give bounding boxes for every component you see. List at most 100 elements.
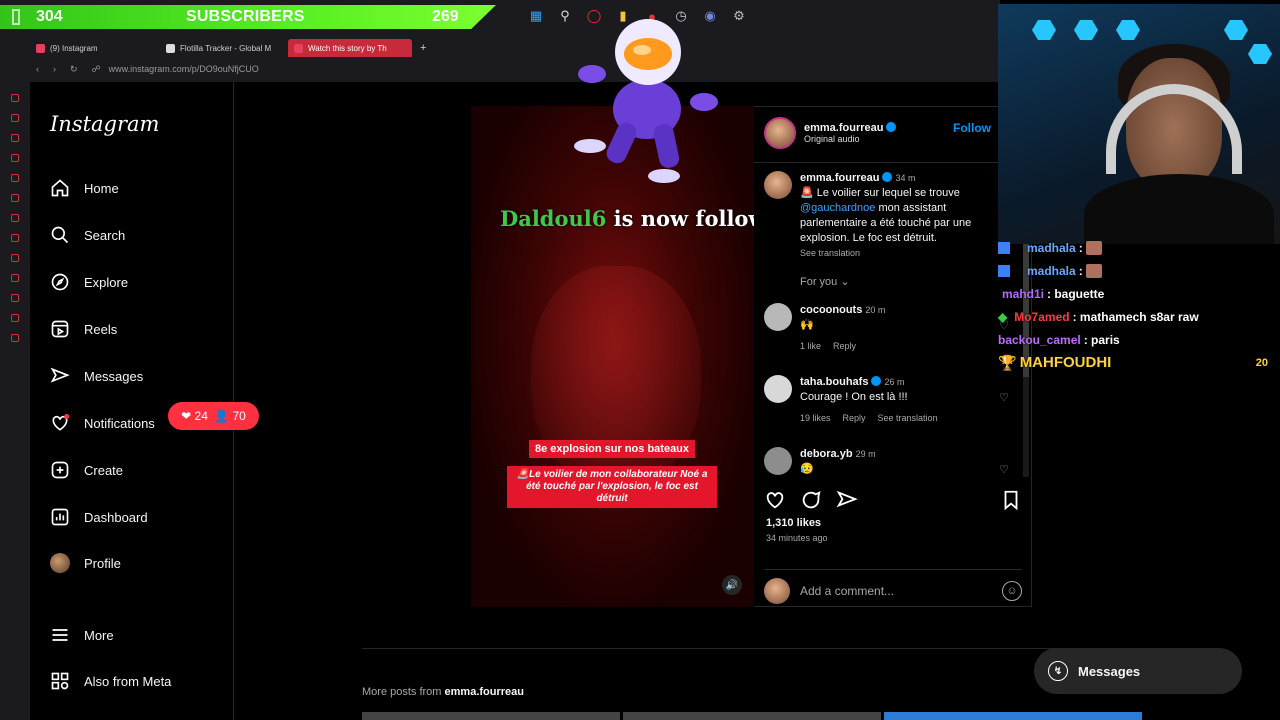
- steam-icon[interactable]: ⚙: [729, 6, 749, 26]
- see-translation-link[interactable]: See translation: [800, 246, 1014, 261]
- comment-user[interactable]: taha.bouhafs: [800, 376, 868, 388]
- forward-icon[interactable]: ›: [53, 64, 56, 74]
- like-icon[interactable]: [764, 489, 786, 511]
- comment-likes[interactable]: 1 like: [800, 339, 821, 354]
- post-thumbnail[interactable]: [362, 712, 620, 720]
- nav-profile[interactable]: Profile: [50, 553, 121, 573]
- verified-icon: [871, 376, 882, 386]
- tab-flotilla-tracker[interactable]: Flotilla Tracker - Global M: [160, 39, 284, 57]
- follow-button[interactable]: Follow: [953, 121, 991, 135]
- webcam-feed: [998, 4, 1280, 244]
- post-caption: emma.fourreau 34 m 🚨 Le voilier sur lequ…: [764, 171, 1014, 290]
- comment-user[interactable]: debora.yb: [800, 448, 853, 460]
- tab-story[interactable]: Watch this story by Th: [288, 39, 412, 57]
- nav-label: Also from Meta: [84, 673, 172, 689]
- heart-icon[interactable]: ♡: [999, 391, 1009, 404]
- audio-label[interactable]: Original audio: [804, 134, 896, 144]
- rail-icon[interactable]: [11, 234, 19, 242]
- messages-button[interactable]: ↯ Messages: [1034, 648, 1242, 694]
- add-comment-input[interactable]: Add a comment...: [800, 584, 992, 598]
- commenter-avatar[interactable]: [764, 447, 792, 475]
- nav-label: Home: [84, 180, 119, 196]
- emote-icon: [1085, 240, 1102, 255]
- nav-search[interactable]: Search: [50, 225, 125, 245]
- nav-label: Profile: [84, 555, 121, 571]
- rail-icon[interactable]: [11, 114, 19, 122]
- notification-popup[interactable]: ❤ 24 👤 70: [168, 402, 259, 430]
- speaker-icon[interactable]: 🔊: [722, 575, 742, 595]
- lock-icon: ☍: [91, 63, 101, 74]
- nav-notifications[interactable]: Notifications: [50, 413, 155, 433]
- post-thumbnail[interactable]: [884, 712, 1142, 720]
- commenter-avatar[interactable]: [764, 375, 792, 403]
- rail-icon[interactable]: [11, 294, 19, 302]
- author-avatar[interactable]: [764, 171, 792, 199]
- author-avatar[interactable]: [764, 117, 796, 149]
- heart-icon[interactable]: ♡: [999, 463, 1009, 476]
- nav-reels[interactable]: Reels: [50, 319, 117, 339]
- messenger-icon: ↯: [1048, 661, 1068, 681]
- rail-icon[interactable]: [11, 174, 19, 182]
- rail-icon[interactable]: [11, 94, 19, 102]
- likes-count: 24: [194, 409, 208, 423]
- likes-count[interactable]: 1,310 likes: [766, 517, 821, 529]
- comment-text: 🙌: [800, 319, 814, 331]
- chat-user: madhala: [1027, 240, 1076, 255]
- nav-dashboard[interactable]: Dashboard: [50, 507, 148, 527]
- instagram-logo[interactable]: Instagram: [50, 112, 159, 136]
- rail-icon[interactable]: [11, 254, 19, 262]
- badge-icon: [998, 264, 1010, 277]
- chat-text: : mathamech s8ar raw: [1072, 309, 1199, 324]
- rail-icon[interactable]: [11, 154, 19, 162]
- commenter-avatar[interactable]: [764, 303, 792, 331]
- see-translation-link[interactable]: See translation: [878, 411, 938, 426]
- reply-button[interactable]: Reply: [843, 411, 866, 426]
- post-thumbnail[interactable]: [623, 712, 881, 720]
- reply-button[interactable]: Reply: [833, 339, 856, 354]
- top-count: 20: [1255, 356, 1268, 369]
- add-comment-row: Add a comment... ☺: [764, 569, 1022, 604]
- nav-label: More: [84, 627, 114, 643]
- chat-message: mahd1i : baguette: [998, 282, 1280, 305]
- nav-home[interactable]: Home: [50, 178, 119, 198]
- chat-text: :: [1078, 240, 1083, 255]
- comment-likes[interactable]: 19 likes: [800, 411, 831, 426]
- comment: taha.bouhafs 26 m Courage ! On est là !!…: [764, 375, 1014, 426]
- comment-user[interactable]: cocoonouts: [800, 304, 862, 316]
- nav-create[interactable]: Create: [50, 460, 123, 480]
- rail-icon[interactable]: [11, 334, 19, 342]
- reload-icon[interactable]: ↻: [70, 64, 78, 75]
- tab-instagram[interactable]: (9) Instagram: [30, 39, 160, 57]
- bookmark-icon[interactable]: [1000, 489, 1022, 511]
- mention-link[interactable]: @gauchardnoe: [800, 202, 875, 214]
- trophy-icon: 🏆: [998, 354, 1017, 372]
- tab-label: Flotilla Tracker - Global M: [180, 43, 272, 53]
- comment-icon[interactable]: [800, 489, 822, 511]
- emoji-icon[interactable]: ☺: [1002, 581, 1022, 601]
- rail-icon[interactable]: [11, 314, 19, 322]
- verified-icon: [882, 172, 893, 182]
- windows-icon[interactable]: ▦: [526, 6, 546, 26]
- for-you-dropdown[interactable]: For you ⌄: [800, 275, 1014, 290]
- back-icon[interactable]: ‹: [36, 64, 39, 74]
- nav-more[interactable]: More: [50, 625, 114, 645]
- share-icon[interactable]: [836, 489, 858, 511]
- nav-messages[interactable]: Messages: [50, 366, 143, 386]
- chat-user: madhala: [1027, 263, 1076, 278]
- rail-icon[interactable]: [11, 194, 19, 202]
- rail-icon[interactable]: [11, 214, 19, 222]
- new-tab-button[interactable]: +: [414, 39, 434, 57]
- nav-label: Notifications: [84, 415, 155, 431]
- nav-also-from-meta[interactable]: Also from Meta: [50, 671, 171, 691]
- nav-explore[interactable]: Explore: [50, 272, 128, 292]
- follows-count: 70: [232, 409, 246, 423]
- rail-icon[interactable]: [11, 134, 19, 142]
- more-posts-user[interactable]: emma.fourreau: [445, 686, 524, 698]
- chat-top-user: 🏆 MAHFOUDHI 20: [998, 351, 1280, 374]
- author-username[interactable]: emma.fourreau: [804, 122, 897, 134]
- post-details-panel: emma.fourreau Original audio Follow emma…: [754, 106, 1032, 607]
- url-field[interactable]: www.instagram.com/p/DO9ouNfjCUO: [109, 64, 259, 74]
- caption-author[interactable]: emma.fourreau: [800, 172, 879, 184]
- caption-text: 🚨 Le voilier sur lequel se trouve: [800, 187, 960, 199]
- rail-icon[interactable]: [11, 274, 19, 282]
